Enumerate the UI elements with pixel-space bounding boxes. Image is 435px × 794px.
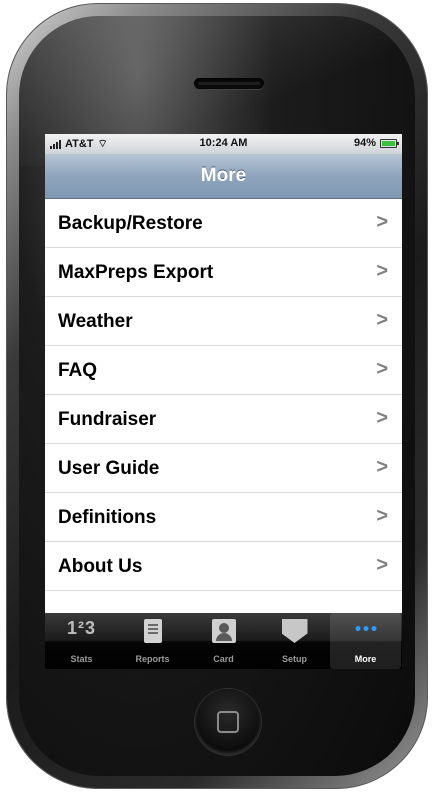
- more-dots-icon: [355, 626, 376, 631]
- menu-item-label: Backup/Restore: [58, 213, 203, 234]
- chevron-right-icon: >: [376, 456, 388, 478]
- chevron-right-icon: >: [376, 309, 388, 331]
- status-time: 10:24 AM: [199, 137, 248, 149]
- status-bar: AT&T ⌔ 10:24 AM 94%: [45, 134, 402, 154]
- tab-setup[interactable]: Setup: [259, 613, 330, 669]
- chevron-right-icon: >: [376, 211, 388, 233]
- tab-label: Stats: [70, 654, 93, 664]
- menu-item-faq[interactable]: FAQ >: [45, 346, 402, 395]
- tab-bar: 1²3 Stats Reports Card Setup More: [45, 613, 402, 669]
- tab-card[interactable]: Card: [188, 613, 259, 669]
- chevron-right-icon: >: [376, 260, 388, 282]
- menu-item-user-guide[interactable]: User Guide >: [45, 444, 402, 493]
- battery-icon: [380, 138, 399, 148]
- battery-group: 94%: [353, 137, 399, 149]
- page-title: More: [200, 165, 247, 186]
- menu-item-label: Definitions: [58, 507, 157, 528]
- stats-123-icon: 1²3: [66, 618, 97, 638]
- tab-stats[interactable]: 1²3 Stats: [46, 613, 117, 669]
- earpiece-speaker: [194, 78, 264, 89]
- chevron-right-icon: >: [376, 407, 388, 429]
- setup-icon: [281, 619, 308, 643]
- menu-item-label: MaxPreps Export: [58, 262, 214, 283]
- menu-list: Backup/Restore > MaxPreps Export > Weath…: [45, 199, 402, 613]
- menu-item-label: Fundraiser: [58, 409, 157, 430]
- menu-item-label: FAQ: [58, 360, 98, 381]
- tab-label: Reports: [135, 654, 170, 664]
- menu-item-about-us[interactable]: About Us >: [45, 542, 402, 591]
- tab-more[interactable]: More: [330, 613, 401, 669]
- tab-label: Setup: [281, 654, 307, 664]
- menu-item-weather[interactable]: Weather >: [45, 297, 402, 346]
- reports-icon: [143, 619, 162, 643]
- chevron-right-icon: >: [376, 505, 388, 527]
- home-square-icon: [217, 711, 239, 733]
- menu-item-label: Weather: [58, 311, 133, 332]
- battery-percent: 94%: [353, 137, 376, 149]
- menu-item-backup-restore[interactable]: Backup/Restore >: [45, 199, 402, 248]
- navigation-bar: More: [45, 154, 402, 199]
- home-button[interactable]: [195, 689, 261, 755]
- tab-reports[interactable]: Reports: [117, 613, 188, 669]
- menu-item-fundraiser[interactable]: Fundraiser >: [45, 395, 402, 444]
- menu-item-label: User Guide: [58, 458, 160, 479]
- chevron-right-icon: >: [376, 554, 388, 576]
- screen: AT&T ⌔ 10:24 AM 94% More Backup/Restore …: [45, 134, 402, 669]
- chevron-right-icon: >: [376, 358, 388, 380]
- tab-label: More: [354, 654, 377, 664]
- tab-label: Card: [213, 654, 234, 664]
- card-icon: [211, 619, 236, 643]
- menu-item-maxpreps-export[interactable]: MaxPreps Export >: [45, 248, 402, 297]
- menu-item-definitions[interactable]: Definitions >: [45, 493, 402, 542]
- menu-item-label: About Us: [58, 556, 143, 577]
